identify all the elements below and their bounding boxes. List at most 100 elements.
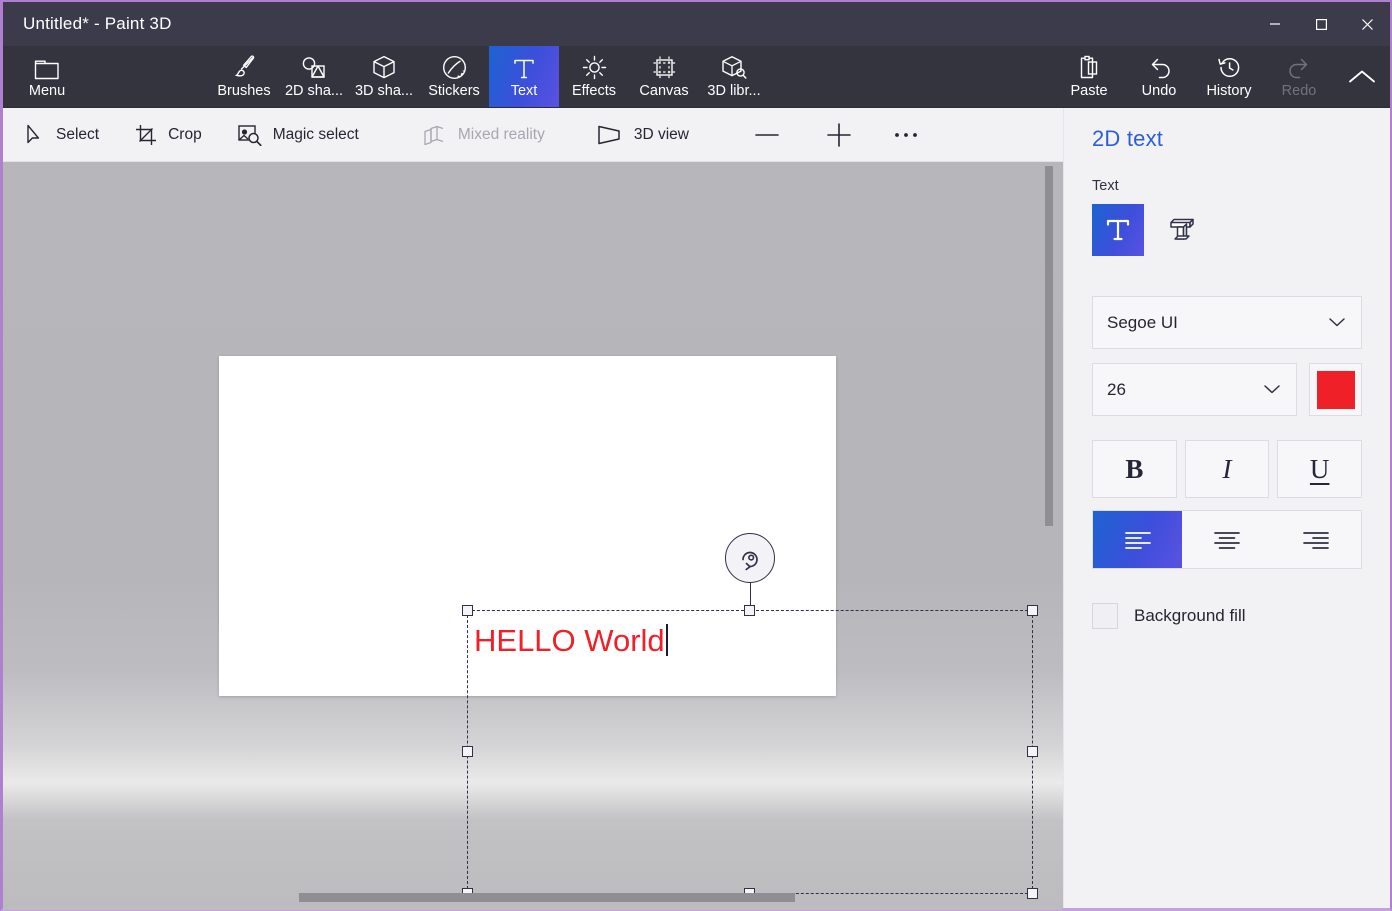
canvas-icon (652, 54, 677, 80)
resize-handle-middle-right[interactable] (1027, 746, 1038, 757)
align-right-button[interactable] (1272, 511, 1361, 568)
canvas-paper[interactable]: HELLO World (219, 356, 836, 696)
ribbon-item-2d-shapes[interactable]: 2D sha... (279, 46, 349, 107)
paste-icon (1077, 54, 1101, 80)
ribbon-item-effects[interactable]: Effects (559, 46, 629, 107)
crop-label: Crop (168, 126, 202, 144)
chevron-down-icon (1327, 313, 1347, 333)
maximize-button[interactable] (1298, 2, 1344, 46)
ribbon-label: Canvas (639, 84, 688, 99)
paint3d-window: Untitled* - Paint 3D Menu (0, 0, 1392, 911)
text-caret (666, 624, 668, 656)
resize-handle-top-middle[interactable] (744, 605, 755, 616)
2d-text-type-button[interactable] (1092, 204, 1144, 256)
canvas-text[interactable]: HELLO World (474, 619, 1026, 659)
resize-handle-middle-left[interactable] (462, 746, 473, 757)
zoom-out-button[interactable] (741, 115, 793, 155)
mixed-reality-icon (423, 125, 447, 145)
mixed-reality-button[interactable]: Mixed reality (409, 115, 559, 155)
ribbon-item-text[interactable]: Text (489, 46, 559, 107)
chevron-down-icon (1262, 380, 1282, 400)
align-center-button[interactable] (1182, 511, 1271, 568)
zoom-in-button[interactable] (813, 115, 865, 155)
redo-icon (1287, 54, 1312, 80)
underline-button[interactable]: U (1277, 440, 1362, 498)
vertical-scrollbar-thumb[interactable] (1045, 166, 1053, 526)
window-controls (1252, 2, 1390, 46)
select-tool-button[interactable]: Select (11, 115, 113, 155)
background-fill-label: Background fill (1134, 606, 1246, 626)
bold-button[interactable]: B (1092, 440, 1177, 498)
text-icon (512, 54, 536, 80)
3d-shapes-icon (372, 54, 396, 80)
ellipsis-icon (893, 131, 919, 139)
ribbon-label: 2D sha... (285, 84, 343, 99)
ribbon-item-canvas[interactable]: Canvas (629, 46, 699, 107)
rotate-icon (735, 543, 765, 573)
history-button[interactable]: History (1194, 46, 1264, 107)
menu-button[interactable]: Menu (3, 46, 91, 107)
redo-label: Redo (1282, 84, 1317, 99)
ribbon-label: Effects (572, 84, 616, 99)
collapse-ribbon-button[interactable] (1334, 46, 1390, 107)
close-button[interactable] (1344, 2, 1390, 46)
select-label: Select (56, 126, 99, 144)
chevron-up-icon (1347, 68, 1377, 86)
ribbon-item-3d-library[interactable]: 3D libr... (699, 46, 769, 107)
undo-label: Undo (1142, 84, 1177, 99)
minus-icon (753, 124, 781, 146)
rotate-handle[interactable] (725, 533, 775, 583)
vertical-scrollbar[interactable] (1045, 166, 1053, 750)
font-size-dropdown[interactable]: 26 (1092, 363, 1297, 416)
3d-text-icon (1166, 215, 1198, 245)
effects-icon (582, 54, 607, 80)
2d-shapes-icon (301, 54, 327, 80)
undo-button[interactable]: Undo (1124, 46, 1194, 107)
horizontal-scrollbar[interactable] (3, 893, 1063, 902)
3d-view-icon (597, 125, 623, 145)
text-type-row (1092, 204, 1362, 256)
undo-icon (1147, 54, 1172, 80)
font-family-dropdown[interactable]: Segoe UI (1092, 296, 1362, 349)
resize-handle-top-right[interactable] (1027, 605, 1038, 616)
history-icon (1217, 54, 1242, 80)
align-left-button[interactable] (1093, 511, 1182, 568)
magic-select-button[interactable]: Magic select (224, 115, 373, 155)
folder-icon (34, 54, 60, 80)
ribbon-label: Text (511, 84, 538, 99)
canvas-stage[interactable]: HELLO World (3, 162, 1063, 910)
align-center-icon (1212, 530, 1242, 550)
crop-tool-button[interactable]: Crop (121, 115, 216, 155)
ribbon-item-brushes[interactable]: Brushes (209, 46, 279, 107)
sub-toolbar: Select Crop Magic select (3, 108, 1063, 162)
minimize-button[interactable] (1252, 2, 1298, 46)
3d-view-button[interactable]: 3D view (583, 115, 703, 155)
text-style-row: B I U (1092, 440, 1362, 498)
ribbon-toolbar: Menu Brushes 2D sha... (3, 46, 1390, 108)
font-size-value: 26 (1107, 380, 1126, 400)
ribbon-item-3d-shapes[interactable]: 3D sha... (349, 46, 419, 107)
text-color-swatch (1317, 371, 1355, 409)
background-fill-checkbox[interactable] (1092, 603, 1118, 629)
paste-button[interactable]: Paste (1054, 46, 1124, 107)
text-selection-box[interactable]: HELLO World (467, 610, 1033, 894)
window-title: Untitled* - Paint 3D (23, 14, 172, 34)
redo-button[interactable]: Redo (1264, 46, 1334, 107)
resize-handle-top-left[interactable] (462, 605, 473, 616)
text-color-button[interactable] (1309, 363, 1362, 416)
horizontal-scrollbar-thumb[interactable] (299, 893, 795, 902)
font-size-row: 26 (1092, 363, 1362, 416)
text-section-label: Text (1092, 178, 1362, 194)
ribbon-label: 3D sha... (355, 84, 413, 99)
3d-text-type-button[interactable] (1156, 204, 1208, 256)
ribbon-item-stickers[interactable]: Stickers (419, 46, 489, 107)
brush-icon (231, 54, 257, 80)
more-options-button[interactable] (881, 115, 931, 155)
3d-library-icon (721, 54, 747, 80)
3d-view-label: 3D view (634, 126, 689, 144)
mixed-reality-label: Mixed reality (458, 126, 545, 144)
italic-button[interactable]: I (1185, 440, 1270, 498)
background-fill-row[interactable]: Background fill (1092, 603, 1362, 629)
plus-icon (825, 123, 853, 147)
align-right-icon (1301, 530, 1331, 550)
